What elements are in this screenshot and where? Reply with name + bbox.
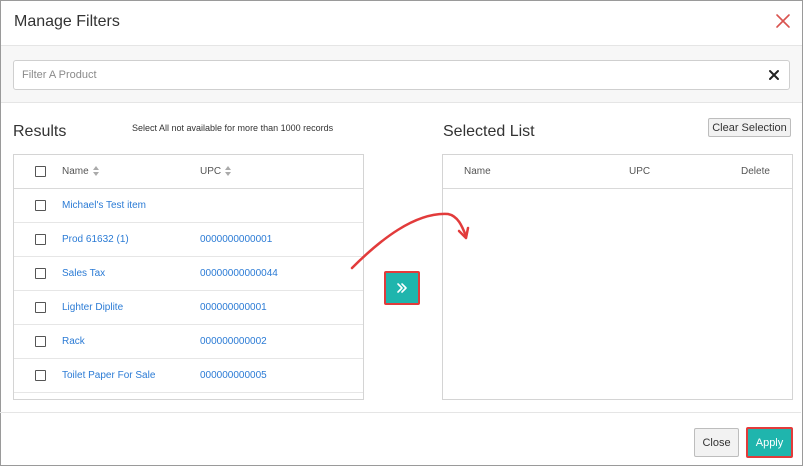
row-name-link[interactable]: Michael's Test item bbox=[62, 200, 146, 211]
clear-filter-icon[interactable] bbox=[767, 68, 781, 82]
select-all-note: Select All not available for more than 1… bbox=[132, 123, 334, 133]
table-row: Lighter Diplite 000000000001 bbox=[14, 290, 363, 325]
selected-table-header: Name UPC Delete bbox=[443, 155, 792, 189]
results-table: Name UPC Michael's Test item Prod 61632 … bbox=[13, 154, 364, 400]
row-name-link[interactable]: Rack bbox=[62, 336, 85, 347]
table-row: Rack 000000000002 bbox=[14, 324, 363, 359]
row-checkbox[interactable] bbox=[35, 302, 46, 313]
results-table-header: Name UPC bbox=[14, 155, 363, 189]
selected-delete-header: Delete bbox=[741, 166, 770, 177]
row-checkbox[interactable] bbox=[35, 234, 46, 245]
upc-column-header[interactable]: UPC bbox=[200, 166, 232, 177]
row-checkbox[interactable] bbox=[35, 370, 46, 381]
sort-icon bbox=[92, 166, 99, 177]
filter-input-box bbox=[13, 60, 790, 90]
row-checkbox[interactable] bbox=[35, 268, 46, 279]
row-name-link[interactable]: Toilet Paper For Sale bbox=[62, 370, 155, 381]
clear-selection-button[interactable]: Clear Selection bbox=[708, 118, 791, 137]
row-name-link[interactable]: Lighter Diplite bbox=[62, 302, 123, 313]
dialog-footer bbox=[0, 412, 801, 465]
row-upc-link[interactable]: 000000000001 bbox=[200, 302, 267, 313]
add-to-selected-button[interactable] bbox=[384, 271, 420, 305]
row-upc-link[interactable]: 000000000005 bbox=[200, 370, 267, 381]
filter-product-input[interactable] bbox=[22, 61, 762, 89]
row-name-link[interactable]: Prod 61632 (1) bbox=[62, 234, 129, 245]
results-heading: Results bbox=[13, 123, 67, 140]
row-name-link[interactable]: Sales Tax bbox=[62, 268, 105, 279]
sort-icon bbox=[225, 166, 232, 177]
filter-bar bbox=[1, 46, 802, 103]
row-checkbox[interactable] bbox=[35, 200, 46, 211]
close-icon[interactable] bbox=[774, 12, 792, 30]
close-button[interactable]: Close bbox=[694, 428, 739, 457]
row-upc-link[interactable]: 000000000002 bbox=[200, 336, 267, 347]
select-all-checkbox[interactable] bbox=[35, 166, 46, 177]
table-row: Sales Tax 00000000000044 bbox=[14, 256, 363, 291]
dialog-title: Manage Filters bbox=[14, 13, 120, 30]
table-row: Toilet Paper For Sale 000000000005 bbox=[14, 358, 363, 393]
row-upc-link[interactable]: 0000000000001 bbox=[200, 234, 272, 245]
table-row: Michael's Test item bbox=[14, 188, 363, 223]
double-chevron-right-icon bbox=[397, 283, 407, 293]
name-column-header[interactable]: Name bbox=[62, 166, 99, 177]
selected-list-heading: Selected List bbox=[443, 123, 535, 140]
selected-upc-header: UPC bbox=[629, 166, 651, 177]
table-row: Prod 61632 (1) 0000000000001 bbox=[14, 222, 363, 257]
selected-list-table: Name UPC Delete bbox=[442, 154, 793, 400]
apply-button[interactable]: Apply bbox=[746, 427, 793, 458]
row-upc-link[interactable]: 00000000000044 bbox=[200, 268, 278, 279]
row-checkbox[interactable] bbox=[35, 336, 46, 347]
dialog-header: Manage Filters bbox=[1, 1, 802, 46]
selected-name-header: Name bbox=[464, 166, 491, 177]
